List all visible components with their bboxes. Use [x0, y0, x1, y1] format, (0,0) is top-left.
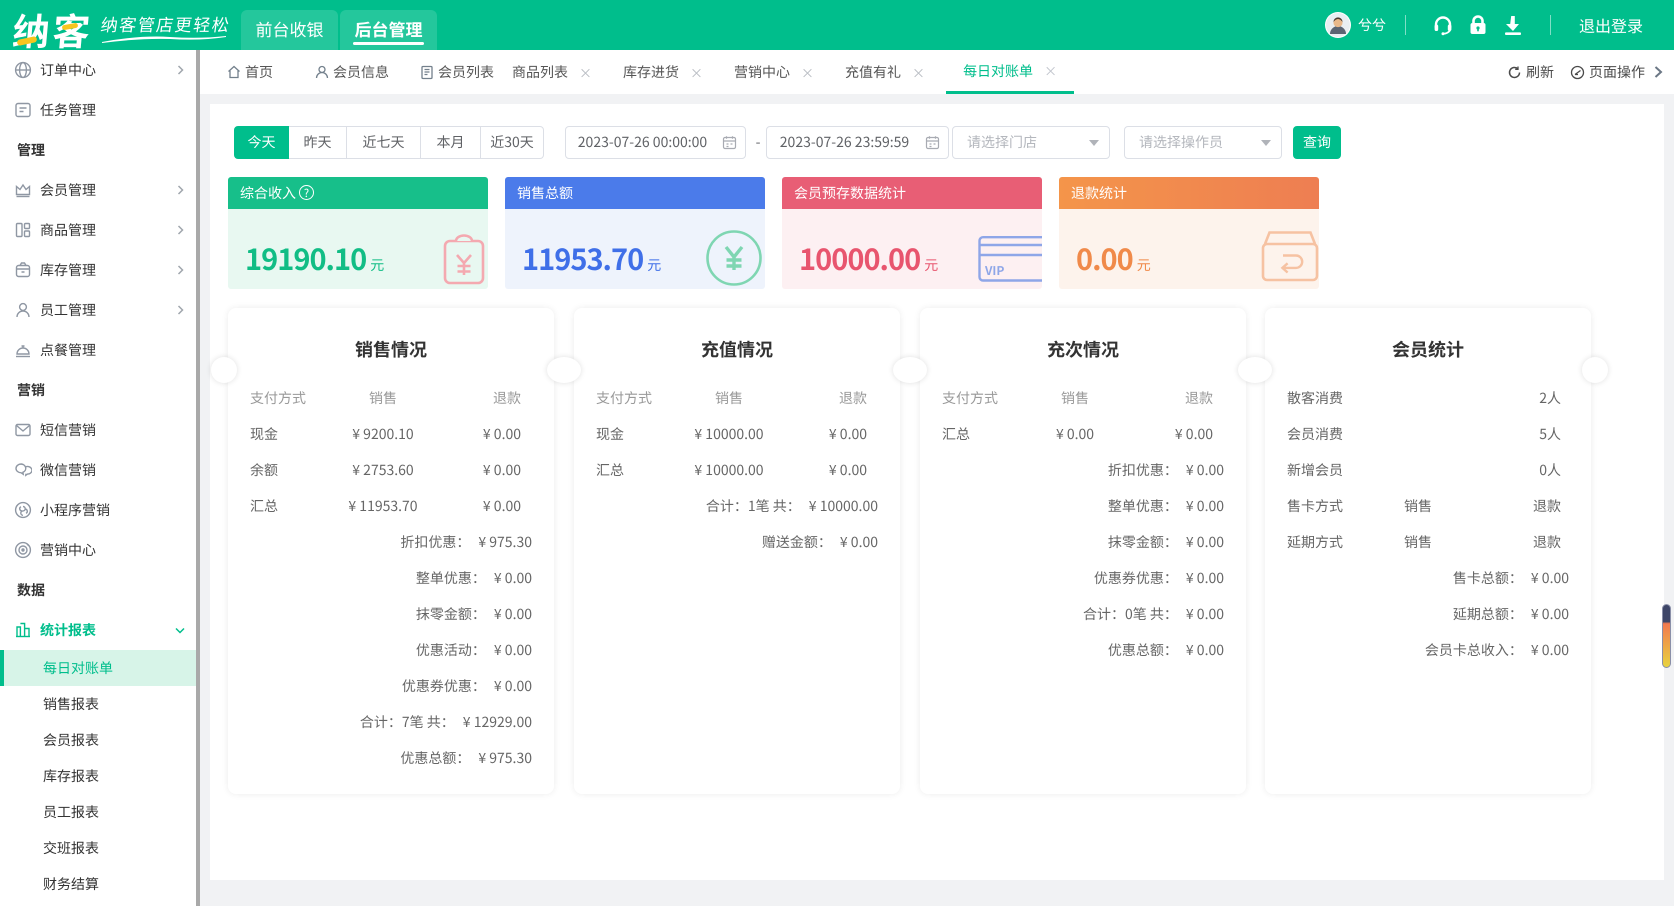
- svg-text:VIP: VIP: [984, 262, 1004, 279]
